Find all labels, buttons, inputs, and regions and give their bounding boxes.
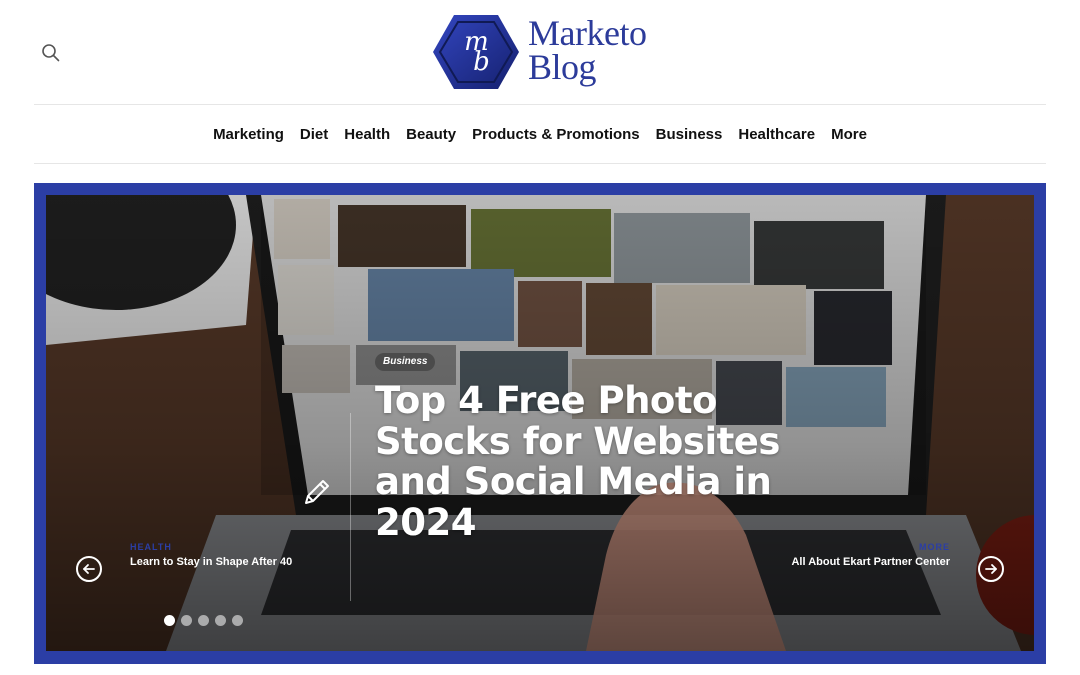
nav-item-products-promotions[interactable]: Products & Promotions: [472, 120, 640, 150]
slider-dot-2[interactable]: [181, 615, 192, 626]
previous-post-title[interactable]: Learn to Stay in Shape After 40: [130, 555, 310, 569]
arrow-right-icon[interactable]: [978, 556, 1004, 582]
featured-slider: Business Top 4 Free Photo Stocks for Web…: [34, 183, 1046, 664]
next-post-title[interactable]: All About Ekart Partner Center: [786, 555, 950, 569]
featured-title[interactable]: Top 4 Free Photo Stocks for Websites and…: [375, 380, 795, 543]
logo-line-2: Blog: [528, 47, 597, 87]
nav-item-beauty[interactable]: Beauty: [406, 120, 456, 150]
nav-item-marketing[interactable]: Marketing: [213, 120, 284, 150]
slider-dot-5[interactable]: [232, 615, 243, 626]
caption-divider: [350, 413, 351, 601]
pencil-icon: [298, 475, 334, 511]
logo-monogram: m b: [432, 29, 520, 77]
logo-monogram-bottom: b: [473, 47, 490, 77]
nav-item-diet[interactable]: Diet: [300, 120, 328, 150]
featured-slide[interactable]: Business Top 4 Free Photo Stocks for Web…: [46, 195, 1034, 651]
logo-line-1: Marketo: [528, 13, 647, 53]
nav-item-business[interactable]: Business: [656, 120, 723, 150]
slider-pagination: [164, 615, 243, 626]
site-header: m b Marketo Blog: [0, 0, 1080, 104]
nav-divider: [34, 163, 1046, 164]
main-nav: Marketing Diet Health Beauty Products & …: [0, 120, 1080, 150]
next-post-category[interactable]: MORE: [786, 541, 950, 553]
arrow-left-icon[interactable]: [76, 556, 102, 582]
next-post[interactable]: MORE All About Ekart Partner Center: [786, 541, 950, 569]
search-icon[interactable]: [40, 42, 62, 64]
slider-dot-4[interactable]: [215, 615, 226, 626]
nav-item-more[interactable]: More: [831, 120, 867, 150]
logo-wordmark: Marketo Blog: [528, 13, 647, 87]
slider-dot-1[interactable]: [164, 615, 175, 626]
nav-item-healthcare[interactable]: Healthcare: [738, 120, 815, 150]
site-logo[interactable]: m b Marketo Blog: [432, 14, 654, 92]
nav-item-health[interactable]: Health: [344, 120, 390, 150]
header-divider: [34, 104, 1046, 105]
previous-post[interactable]: HEALTH Learn to Stay in Shape After 40: [130, 541, 310, 569]
slider-dot-3[interactable]: [198, 615, 209, 626]
previous-post-category[interactable]: HEALTH: [130, 541, 310, 553]
category-badge[interactable]: Business: [375, 353, 436, 371]
